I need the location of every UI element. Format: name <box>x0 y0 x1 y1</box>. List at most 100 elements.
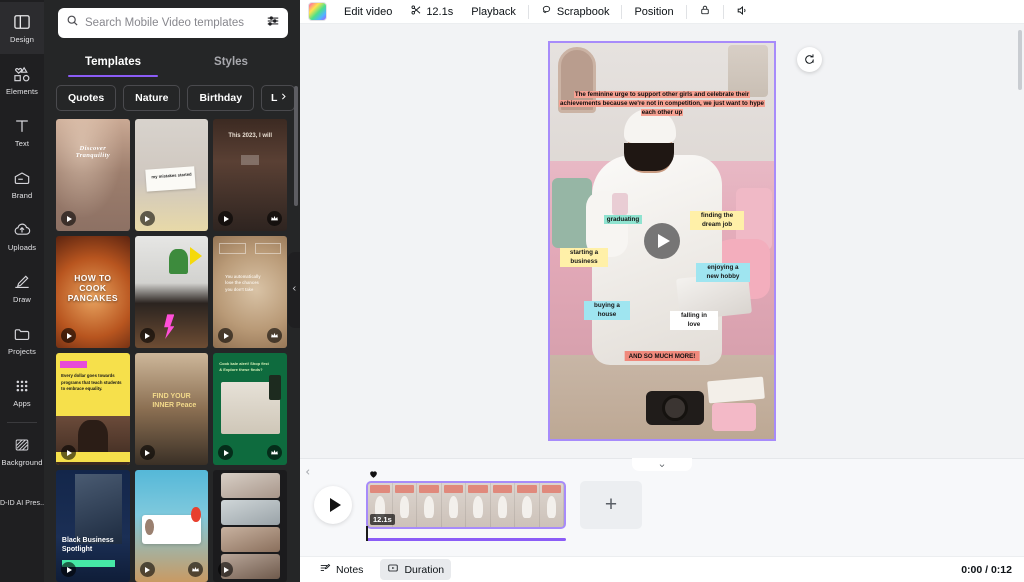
search-box[interactable] <box>58 8 288 38</box>
sidebar-item-elements[interactable]: Elements <box>0 54 44 106</box>
video-canvas[interactable]: The feminine urge to support other girls… <box>548 41 776 441</box>
panel-scrollbar[interactable] <box>294 86 298 206</box>
clip-frame <box>392 483 417 527</box>
template-card[interactable]: Cook kale alert! Shop first & Explore th… <box>213 353 287 465</box>
play-icon[interactable] <box>139 328 155 343</box>
pill-quotes[interactable]: Quotes <box>56 85 117 111</box>
notes-button[interactable]: Notes <box>312 559 370 580</box>
add-page-button[interactable]: + <box>580 481 642 529</box>
sidebar-item-uploads[interactable]: Uploads <box>0 210 44 262</box>
sticker-text: graduating <box>603 215 643 224</box>
sidebar-item-brand[interactable]: Brand <box>0 158 44 210</box>
crown-icon <box>266 328 282 343</box>
background-icon <box>12 435 32 455</box>
template-card[interactable] <box>134 236 209 348</box>
clip-frame <box>441 483 466 527</box>
sticker-buying-house[interactable]: buying a house <box>584 301 630 320</box>
scene-person-hair <box>624 143 674 171</box>
sidebar-item-label: D-ID AI Pres... <box>0 499 44 507</box>
template-card[interactable]: HOW TO COOK PANCAKES <box>56 236 130 348</box>
trim-duration-button[interactable]: 12.1s <box>401 2 462 21</box>
sticker-graduating[interactable]: graduating <box>598 215 648 226</box>
timeline-collapse-icon[interactable] <box>304 463 312 481</box>
panel-collapse-button[interactable] <box>288 252 300 328</box>
volume-button[interactable] <box>727 2 758 22</box>
play-icon[interactable] <box>61 445 76 460</box>
projects-icon <box>12 324 32 344</box>
template-card[interactable] <box>213 470 287 582</box>
play-icon[interactable] <box>218 328 234 343</box>
sidebar-item-label: Elements <box>5 87 39 96</box>
sidebar-item-projects[interactable]: Projects <box>0 314 44 366</box>
template-card[interactable]: Discover Tranquility <box>56 119 130 231</box>
sticker-falling-in-love[interactable]: falling in love <box>670 311 718 330</box>
sidebar-item-text[interactable]: Text <box>0 106 44 158</box>
sidebar-item-label: Apps <box>13 399 31 408</box>
sidebar-item-draw[interactable]: Draw <box>0 262 44 314</box>
sidebar-item-apps[interactable]: Apps <box>0 366 44 418</box>
template-card-title: You automatically lose the chances you d… <box>225 274 261 292</box>
scene-camera-lens <box>662 395 688 421</box>
pill-birthday[interactable]: Birthday <box>187 85 255 111</box>
timeline-expand-handle[interactable] <box>632 458 692 471</box>
sticker-starting-business[interactable]: starting a business <box>560 248 608 267</box>
playback-button[interactable]: Playback <box>462 4 525 20</box>
clip-duration-badge: 12.1s <box>370 514 395 525</box>
sticker-enjoying-new-hobby[interactable]: enjoying a new hobby <box>696 263 750 282</box>
template-card[interactable]: Black Business Spotlight <box>56 470 130 582</box>
play-icon[interactable] <box>218 211 234 226</box>
template-card-title: This 2023, I will <box>228 133 272 139</box>
crown-icon <box>266 445 282 460</box>
template-card[interactable]: my mistakes started <box>134 119 209 231</box>
template-card[interactable] <box>134 470 209 582</box>
color-swatch-button[interactable] <box>308 2 327 21</box>
play-icon[interactable] <box>139 211 155 226</box>
chevron-right-icon <box>279 92 288 104</box>
stage-scrollbar[interactable] <box>1018 30 1022 90</box>
scrapbook-button[interactable]: Scrapbook <box>532 2 619 21</box>
tab-templates[interactable]: Templates <box>54 48 172 77</box>
play-icon[interactable] <box>218 445 234 460</box>
lock-icon <box>699 4 711 19</box>
time-display: 0:00 / 0:12 <box>961 563 1012 576</box>
duration-button[interactable]: Duration <box>380 559 452 580</box>
pill-more[interactable]: L <box>261 85 296 111</box>
category-pills: Quotes Nature Birthday L <box>44 77 300 119</box>
canvas-headline[interactable]: The feminine urge to support other girls… <box>555 91 769 117</box>
template-card[interactable]: This 2023, I will <box>213 119 287 231</box>
template-card-title: Cook kale alert! Shop first & Explore th… <box>219 360 269 372</box>
sidebar-item-label: Design <box>10 35 34 44</box>
editor-main: Edit video 12.1s Playback Scrapbook Posi <box>300 0 1024 582</box>
pill-nature[interactable]: Nature <box>123 85 181 111</box>
playhead-tick[interactable] <box>366 526 368 541</box>
lock-button[interactable] <box>690 2 720 21</box>
template-card[interactable]: You automatically lose the chances you d… <box>213 236 287 348</box>
template-grid: Discover Tranquility my mistakes started… <box>44 119 300 582</box>
play-icon[interactable] <box>139 445 155 460</box>
sidebar-item-background[interactable]: Background <box>0 425 44 477</box>
canvas-play-button[interactable] <box>644 223 680 259</box>
regenerate-sparkle-icon[interactable] <box>797 47 822 72</box>
sticker-finding-dream-job[interactable]: finding the dream job <box>690 211 744 230</box>
and-so-much-more-text[interactable]: AND SO MUCH MORE! <box>624 351 700 361</box>
edit-video-button[interactable]: Edit video <box>335 4 401 20</box>
template-card[interactable]: FIND YOUR INNER Peace <box>134 353 209 465</box>
apps-icon <box>12 376 32 396</box>
sidebar-item-design[interactable]: Design <box>0 2 44 54</box>
timeline-clip-wrapper: 12.1s <box>366 481 566 541</box>
position-button[interactable]: Position <box>625 4 682 20</box>
search-input[interactable] <box>85 17 260 29</box>
timeline-clip[interactable]: 12.1s <box>366 481 566 529</box>
sidebar-item-did-ai-presenters[interactable]: D-ID AI Pres... <box>0 477 44 529</box>
search-area <box>44 0 300 44</box>
tab-styles[interactable]: Styles <box>172 48 290 77</box>
toolbar-divider <box>722 4 724 19</box>
toolbar-divider <box>621 4 623 19</box>
play-icon[interactable] <box>61 211 76 226</box>
play-icon[interactable] <box>61 328 76 343</box>
timeline-play-button[interactable] <box>314 486 352 524</box>
play-icon[interactable] <box>61 562 76 577</box>
filter-sliders-icon[interactable] <box>266 14 280 33</box>
template-card[interactable]: Every dollar goes towards programs that … <box>56 353 130 465</box>
play-icon[interactable] <box>139 562 155 577</box>
